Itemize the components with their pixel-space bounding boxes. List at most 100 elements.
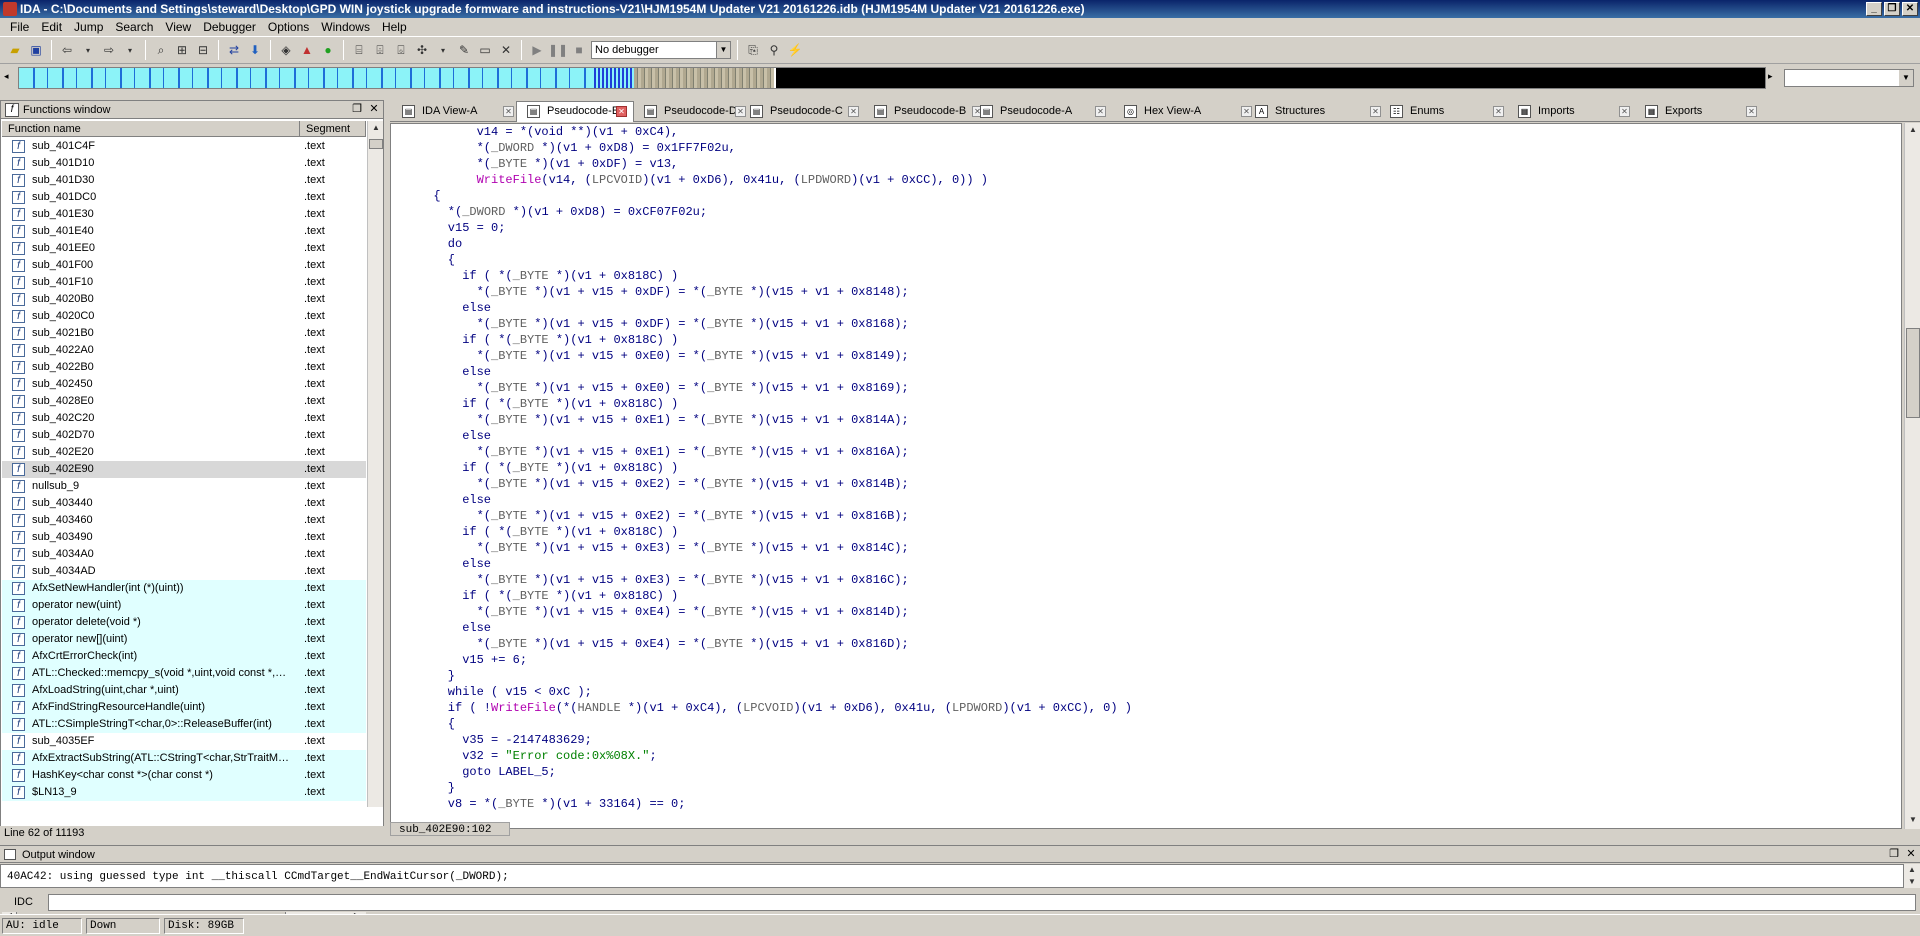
breakpoint-delete-icon[interactable]: ⚡ [786, 41, 804, 59]
close-icon[interactable]: ✕ [1095, 106, 1106, 117]
tab-pseudocode-d[interactable]: ▤ Pseudocode-D ✕ [634, 102, 752, 121]
code-line[interactable]: *(_BYTE *)(v1 + v15 + 0xE3) = *(_BYTE *)… [419, 572, 1132, 588]
function-row[interactable]: f sub_401D10 .text [2, 155, 366, 172]
scroll-up-icon[interactable]: ▲ [1906, 123, 1920, 137]
close-icon[interactable]: ✕ [1746, 106, 1757, 117]
code-line[interactable]: *(_BYTE *)(v1 + v15 + 0xE0) = *(_BYTE *)… [419, 348, 1132, 364]
run-green-icon[interactable]: ● [319, 41, 337, 59]
open-file-icon[interactable]: ▰ [6, 41, 24, 59]
code-line[interactable]: else [419, 428, 1132, 444]
function-row[interactable]: f sub_401E40 .text [2, 223, 366, 240]
play-icon[interactable]: ▶ [528, 41, 546, 59]
stop-icon[interactable]: ■ [570, 41, 588, 59]
function-row[interactable]: f sub_402E20 .text [2, 444, 366, 461]
undefine-icon[interactable]: ✕ [497, 41, 515, 59]
code-line[interactable]: if ( !WriteFile(*(HANDLE *)(v1 + 0xC4), … [419, 700, 1132, 716]
menu-search[interactable]: Search [109, 20, 159, 34]
code-line[interactable]: *(_BYTE *)(v1 + v15 + 0xE3) = *(_BYTE *)… [419, 540, 1132, 556]
function-row[interactable]: f sub_401DC0 .text [2, 189, 366, 206]
code-line[interactable]: WriteFile(v14, (LPCVOID)(v1 + 0xD6), 0x4… [419, 172, 1132, 188]
code-line[interactable]: v15 += 6; [419, 652, 1132, 668]
debugger-select[interactable]: No debugger ▼ [591, 41, 731, 59]
menu-help[interactable]: Help [376, 20, 413, 34]
code-line[interactable]: *(_BYTE *)(v1 + v15 + 0xE2) = *(_BYTE *)… [419, 508, 1132, 524]
menu-jump[interactable]: Jump [68, 20, 109, 34]
function-row[interactable]: f AfxSetNewHandler(int (*)(uint)) .text [2, 580, 366, 597]
function-row[interactable]: f operator delete(void *) .text [2, 614, 366, 631]
save-icon[interactable]: ▣ [27, 41, 45, 59]
restore-button[interactable]: ❐ [1884, 2, 1900, 16]
output-scrollbar[interactable]: ▲ ▼ [1904, 864, 1920, 888]
tab-ida-view-a[interactable]: ▤ IDA View-A ✕ [392, 102, 520, 121]
binoculars-icon[interactable]: ⌕ [152, 41, 170, 59]
menu-debugger[interactable]: Debugger [197, 20, 262, 34]
code-line[interactable]: v8 = *(_BYTE *)(v1 + 33164) == 0; [419, 796, 1132, 812]
debug-attach-icon[interactable]: ⎘ [744, 41, 762, 59]
down-arrow-icon[interactable]: ⬇ [246, 41, 264, 59]
back-dropdown-icon[interactable]: ▾ [79, 41, 97, 59]
function-row[interactable]: f AfxExtractSubString(ATL::CStringT<char,… [2, 750, 366, 767]
col-segment[interactable]: Segment [300, 121, 366, 137]
menu-windows[interactable]: Windows [315, 20, 376, 34]
function-row[interactable]: f sub_402D70 .text [2, 427, 366, 444]
function-row[interactable]: f sub_401D30 .text [2, 172, 366, 189]
code-line[interactable]: do [419, 236, 1132, 252]
code-icon[interactable]: ⌸ [350, 41, 368, 59]
restore-pane-icon[interactable]: ❐ [350, 102, 364, 116]
close-icon[interactable]: ✕ [848, 106, 859, 117]
code-line[interactable]: else [419, 300, 1132, 316]
cross-ref-icon[interactable]: ✣ [413, 41, 431, 59]
function-row[interactable]: f sub_4034AD .text [2, 563, 366, 580]
code-line[interactable]: *(_BYTE *)(v1 + 0xDF) = v13, [419, 156, 1132, 172]
tab-exports[interactable]: ▦ Exports ✕ [1635, 102, 1763, 121]
function-row[interactable]: f sub_4021B0 .text [2, 325, 366, 342]
function-row[interactable]: f nullsub_9 .text [2, 478, 366, 495]
close-icon[interactable]: ✕ [503, 106, 514, 117]
code-line[interactable]: if ( *(_BYTE *)(v1 + 0x818C) ) [419, 524, 1132, 540]
code-line[interactable]: if ( *(_BYTE *)(v1 + 0x818C) ) [419, 268, 1132, 284]
tab-imports[interactable]: ▦ Imports ✕ [1508, 102, 1636, 121]
code-line[interactable]: if ( *(_BYTE *)(v1 + 0x818C) ) [419, 460, 1132, 476]
flowchart-icon[interactable]: ▲ [298, 41, 316, 59]
function-row[interactable]: f sub_4020B0 .text [2, 291, 366, 308]
navigation-strip[interactable] [18, 67, 1766, 89]
code-line[interactable]: if ( *(_BYTE *)(v1 + 0x818C) ) [419, 396, 1132, 412]
code-line[interactable]: *(_BYTE *)(v1 + v15 + 0xE4) = *(_BYTE *)… [419, 604, 1132, 620]
function-row[interactable]: f sub_401F10 .text [2, 274, 366, 291]
code-line[interactable]: v15 = 0; [419, 220, 1132, 236]
minimize-button[interactable]: _ [1866, 2, 1882, 16]
function-row[interactable]: f ATL::Checked::memcpy_s(void *,uint,void… [2, 665, 366, 682]
search-binary-icon[interactable]: ⊟ [194, 41, 212, 59]
idc-button[interactable]: IDC [10, 895, 46, 909]
function-row[interactable]: f AfxFindStringResourceHandle(uint) .text [2, 699, 366, 716]
code-line[interactable]: else [419, 492, 1132, 508]
data-icon[interactable]: ⌹ [371, 41, 389, 59]
close-icon[interactable]: ✕ [1493, 106, 1504, 117]
code-line[interactable]: *(_BYTE *)(v1 + v15 + 0xE1) = *(_BYTE *)… [419, 412, 1132, 428]
function-row[interactable]: f sub_4028E0 .text [2, 393, 366, 410]
code-line[interactable]: *(_BYTE *)(v1 + v15 + 0xDF) = *(_BYTE *)… [419, 316, 1132, 332]
code-line[interactable]: *(_BYTE *)(v1 + v15 + 0xE1) = *(_BYTE *)… [419, 444, 1132, 460]
forward-dropdown-icon[interactable]: ▾ [121, 41, 139, 59]
output-log[interactable]: 40AC42: using guessed type int __thiscal… [0, 864, 1904, 888]
function-row[interactable]: f $LN13_9 .text [2, 784, 366, 801]
close-button[interactable]: ✕ [1902, 2, 1918, 16]
code-line[interactable]: else [419, 556, 1132, 572]
tab-hex-view-a[interactable]: ◎ Hex View-A ✕ [1114, 102, 1258, 121]
code-line[interactable]: } [419, 668, 1132, 684]
menu-file[interactable]: File [4, 20, 35, 34]
search-text-icon[interactable]: ⊞ [173, 41, 191, 59]
code-line[interactable]: if ( *(_BYTE *)(v1 + 0x818C) ) [419, 332, 1132, 348]
segment-combo[interactable]: ▼ [1784, 69, 1914, 87]
function-row[interactable]: f sub_4022A0 .text [2, 342, 366, 359]
tab-pseudocode-c[interactable]: ▤ Pseudocode-C ✕ [740, 102, 865, 121]
code-line[interactable]: *(_DWORD *)(v1 + 0xD8) = 0xCF07F02u; [419, 204, 1132, 220]
nav-right-arrow-icon[interactable]: ▸ [1768, 71, 1773, 82]
code-line[interactable]: *(_BYTE *)(v1 + v15 + 0xE4) = *(_BYTE *)… [419, 636, 1132, 652]
code-line[interactable]: *(_DWORD *)(v1 + 0xD8) = 0x1FF7F02u, [419, 140, 1132, 156]
nav-left-arrow-icon[interactable]: ◂ [4, 71, 9, 82]
scroll-down-icon[interactable]: ▼ [1906, 813, 1920, 827]
close-pane-icon[interactable]: ✕ [1904, 847, 1918, 861]
code-line[interactable]: } [419, 780, 1132, 796]
pseudocode-text[interactable]: v14 = *(void **)(v1 + 0xC4), *(_DWORD *)… [419, 124, 1132, 812]
